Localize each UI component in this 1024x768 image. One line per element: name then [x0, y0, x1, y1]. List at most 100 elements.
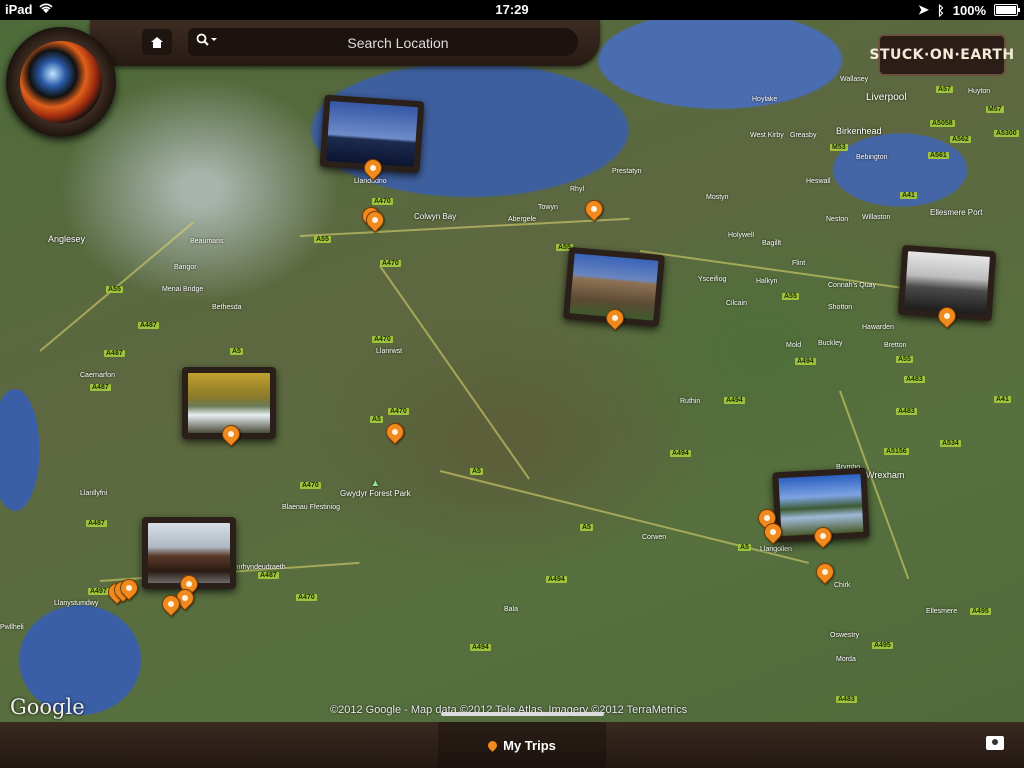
my-trips-label: My Trips	[503, 737, 556, 753]
place-label: Towyn	[538, 204, 558, 211]
road-badge: A55	[896, 356, 913, 363]
road-badge: A494	[724, 397, 745, 404]
road-badge: A483	[836, 696, 857, 703]
pin-icon	[486, 738, 499, 752]
road-badge: A55	[106, 286, 123, 293]
place-label: Llanystumdwy	[54, 600, 99, 607]
battery-icon	[994, 4, 1020, 16]
place-label: Bethesda	[212, 304, 242, 311]
place-label: West Kirby	[750, 132, 784, 139]
place-label: Halkyn	[756, 278, 778, 285]
road-badge: A5	[370, 416, 383, 423]
road-badge: A494	[795, 358, 816, 365]
location-arrow-icon: ➤	[918, 2, 929, 17]
map-view[interactable]: A55 A470 A470 A470 A55 A55 A55 A487 A487…	[0, 20, 1024, 722]
road-badge: A497	[88, 588, 109, 595]
road-badge: A494	[470, 644, 491, 651]
road-badge: A5300	[994, 130, 1019, 137]
road-badge: A487	[104, 350, 125, 357]
road-badge: A495	[970, 608, 991, 615]
top-toolbar	[90, 20, 600, 66]
location-pin[interactable]	[581, 196, 607, 222]
road	[639, 250, 938, 294]
road-badge: A5	[230, 348, 243, 355]
place-label: Ellesmere Port	[930, 208, 983, 217]
place-label: Wrexham	[866, 470, 905, 480]
place-label: Bretton	[884, 342, 907, 349]
place-label: Abergele	[508, 216, 537, 223]
place-label: Bagillt	[762, 240, 782, 247]
place-label: Llanllyfni	[80, 490, 108, 497]
place-label: Heswall	[806, 178, 831, 185]
search-icon[interactable]	[196, 33, 218, 50]
place-label: Prestatyn	[612, 168, 642, 175]
road-badge: A494	[670, 450, 691, 457]
road-badge: A470	[380, 260, 401, 267]
road-badge: A483	[896, 408, 917, 415]
place-label: Hawarden	[862, 324, 894, 331]
place-label: Neston	[826, 216, 849, 223]
place-label: Mostyn	[706, 194, 729, 201]
place-label: Ruthin	[680, 398, 701, 405]
road-badge: A55	[782, 293, 799, 300]
road-badge: A487	[86, 520, 107, 527]
place-label: Buckley	[818, 340, 843, 347]
place-label: Greasby	[790, 132, 817, 139]
place-label: Pwllheli	[0, 624, 24, 631]
place-label: Beaumaris	[190, 238, 224, 245]
road-badge: A495	[872, 642, 893, 649]
my-trips-button[interactable]: My Trips	[438, 722, 606, 768]
place-label: Liverpool	[866, 92, 907, 103]
photo-upload-icon[interactable]	[986, 736, 1004, 750]
bluetooth-icon: ᛒ	[936, 2, 945, 18]
camera-button[interactable]	[6, 27, 116, 137]
google-logo: Google	[10, 695, 85, 719]
road-badge: A494	[546, 576, 567, 583]
road-badge: A470	[388, 408, 409, 415]
bottom-toolbar: My Trips	[0, 712, 1024, 768]
search-box[interactable]	[188, 28, 578, 56]
place-label: Cilcain	[726, 300, 748, 307]
drawer-handle[interactable]	[441, 712, 604, 716]
camera-lens-icon	[20, 41, 102, 123]
search-location-input[interactable]	[228, 32, 568, 54]
place-label: Llangollen	[760, 546, 792, 553]
place-label: Willaston	[862, 214, 891, 221]
place-label: Oswestry	[830, 632, 860, 639]
road-badge: A5	[470, 468, 483, 475]
road-badge: A41	[900, 192, 917, 199]
road-badge: A5	[738, 544, 751, 551]
road-badge: A5	[580, 524, 593, 531]
place-label: Morda	[836, 656, 856, 663]
road-badge: A487	[258, 572, 279, 579]
forest-park-label: ▲ Gwydyr Forest Park	[340, 478, 411, 498]
place-label: Ysceifiog	[698, 276, 727, 283]
place-label: Corwen	[642, 534, 667, 541]
place-label: Mold	[786, 342, 802, 349]
place-label: Menai Bridge	[162, 286, 204, 293]
road-badge: A487	[90, 384, 111, 391]
road-badge: A534	[940, 440, 961, 447]
road-badge: A562	[950, 136, 971, 143]
road-badge: A5058	[930, 120, 955, 127]
status-bar: iPad 17:29 ➤ ᛒ 100%	[0, 0, 1024, 20]
place-label: Shotton	[828, 304, 853, 311]
road-badge: A55	[314, 236, 331, 243]
location-pin[interactable]	[812, 559, 838, 585]
place-label: Bebington	[856, 154, 888, 161]
place-label: Llanrwst	[376, 348, 403, 355]
place-label: Bala	[504, 606, 519, 613]
road-badge: M57	[986, 106, 1004, 113]
home-button[interactable]	[142, 29, 172, 55]
place-label: Caernarfon	[80, 372, 116, 379]
place-label: Hoylake	[752, 96, 778, 103]
place-label: Flint	[792, 260, 806, 267]
place-label: Anglesey	[48, 234, 86, 244]
road-badge: A487	[138, 322, 159, 329]
road-badge: A470	[300, 482, 321, 489]
location-pin[interactable]	[382, 419, 408, 445]
place-label: Rhyl	[570, 186, 585, 193]
road	[299, 217, 630, 237]
place-label: Connah's Quay	[828, 282, 877, 289]
road-badge: A470	[372, 198, 393, 205]
